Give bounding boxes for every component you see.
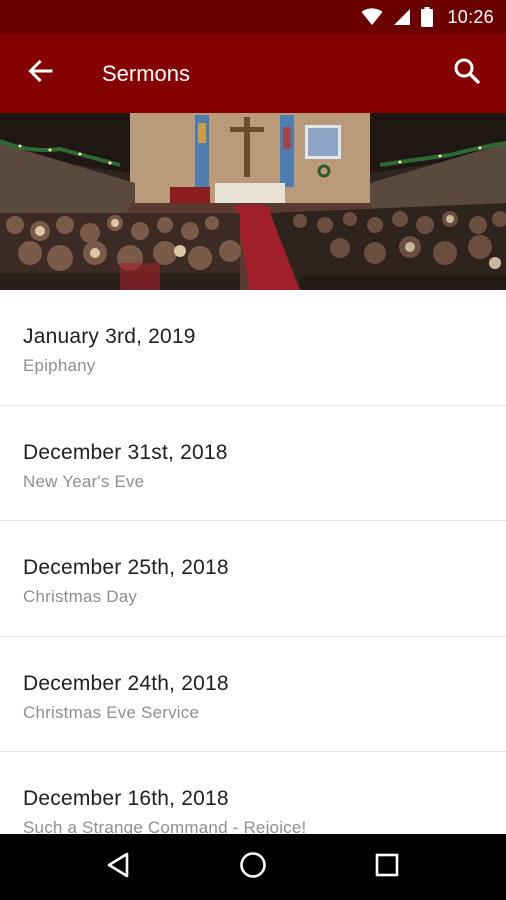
sermon-subtitle: New Year's Eve bbox=[23, 471, 145, 491]
list-item[interactable]: December 25th, 2018 Christmas Day bbox=[0, 521, 506, 637]
list-item[interactable]: December 24th, 2018 Christmas Eve Servic… bbox=[0, 637, 506, 752]
signal-icon bbox=[393, 8, 411, 26]
screen: 10:26 Sermons January 3rd, 2019 Epiphany… bbox=[0, 0, 506, 900]
nav-recents-button[interactable] bbox=[352, 834, 422, 900]
sermon-subtitle: Such a Strange Command - Rejoice! bbox=[23, 818, 307, 834]
home-circle-icon bbox=[239, 851, 267, 884]
search-button[interactable] bbox=[428, 34, 506, 113]
arrow-left-icon bbox=[27, 59, 53, 88]
sermon-date: December 24th, 2018 bbox=[23, 671, 229, 695]
hero-banner-image bbox=[0, 113, 506, 290]
wifi-icon bbox=[361, 8, 383, 26]
recents-square-icon bbox=[375, 853, 399, 882]
nav-back-button[interactable] bbox=[84, 834, 154, 900]
list-item[interactable]: January 3rd, 2019 Epiphany bbox=[0, 290, 506, 406]
sermon-date: December 31st, 2018 bbox=[23, 440, 228, 464]
status-bar: 10:26 bbox=[0, 0, 506, 34]
sermon-subtitle: Christmas Day bbox=[23, 587, 138, 606]
back-triangle-icon bbox=[106, 852, 132, 883]
sermon-date: December 16th, 2018 bbox=[23, 787, 229, 810]
search-icon bbox=[453, 57, 481, 90]
battery-icon bbox=[421, 7, 434, 27]
page-title: Sermons bbox=[102, 60, 191, 86]
nav-home-button[interactable] bbox=[218, 834, 288, 900]
list-item[interactable]: December 31st, 2018 New Year's Eve bbox=[0, 406, 506, 521]
sermon-date: January 3rd, 2019 bbox=[23, 325, 196, 348]
sermon-date: December 25th, 2018 bbox=[23, 556, 229, 579]
sermon-subtitle: Epiphany bbox=[23, 356, 96, 375]
status-time: 10:26 bbox=[447, 6, 494, 27]
system-nav-bar bbox=[0, 834, 506, 900]
back-button[interactable] bbox=[0, 34, 78, 113]
sermon-list: January 3rd, 2019 Epiphany December 31st… bbox=[0, 290, 506, 834]
sermon-subtitle: Christmas Eve Service bbox=[23, 702, 200, 722]
app-bar: Sermons bbox=[0, 34, 506, 113]
list-item[interactable]: December 16th, 2018 Such a Strange Comma… bbox=[0, 752, 506, 834]
